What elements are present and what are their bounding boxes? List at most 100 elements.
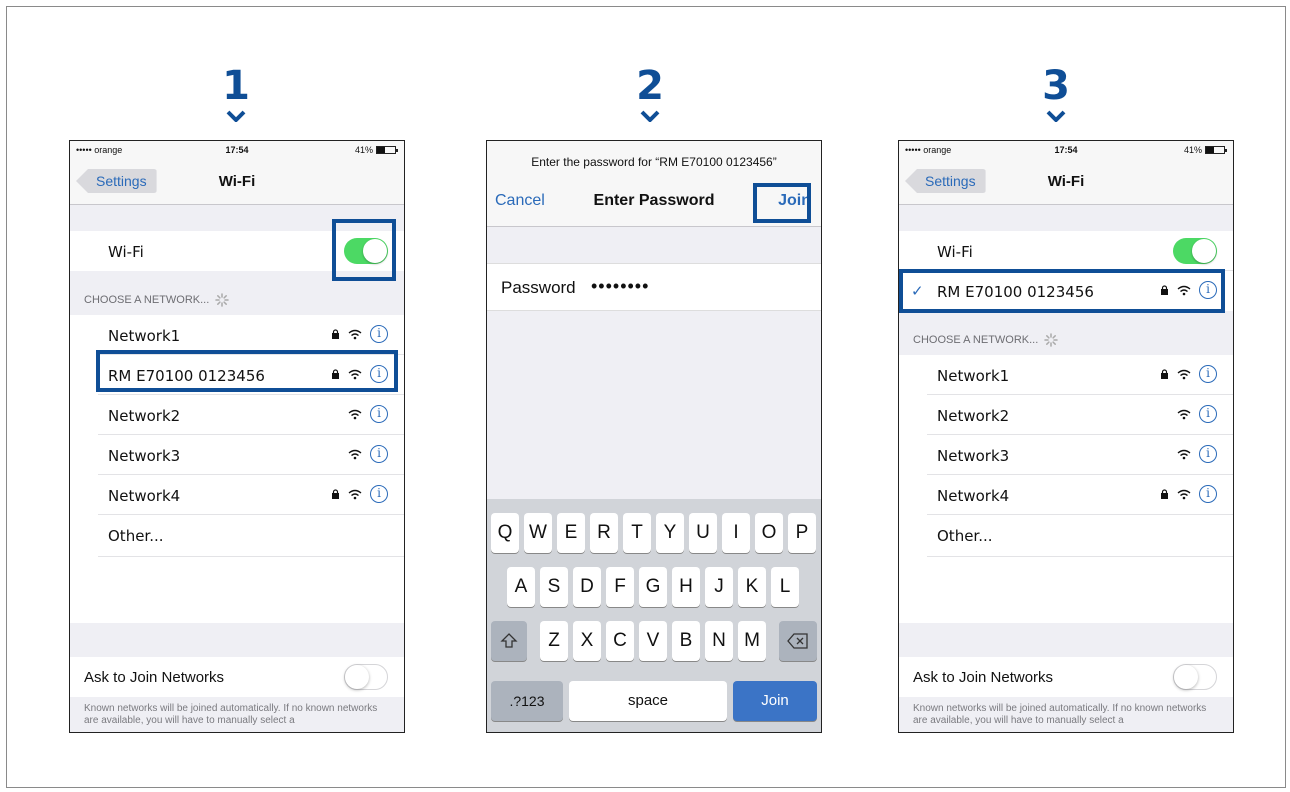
key[interactable]: R	[590, 513, 618, 553]
info-icon[interactable]: i	[370, 325, 388, 343]
keyboard-join-key[interactable]: Join	[733, 681, 817, 721]
page-title: Wi-Fi	[1047, 173, 1085, 190]
key[interactable]: B	[672, 621, 700, 661]
step-2-label: 2	[620, 66, 680, 122]
battery-indicator: 41%	[354, 145, 398, 155]
chevron-down-icon	[640, 110, 660, 122]
key[interactable]: P	[788, 513, 816, 553]
spinner-icon	[215, 293, 230, 307]
network-name: Network4	[108, 487, 181, 505]
key[interactable]: A	[507, 567, 535, 607]
info-icon[interactable]: i	[370, 405, 388, 423]
password-label: Password	[501, 278, 576, 297]
wifi-signal-icon	[1177, 489, 1191, 499]
network-name: Network2	[937, 407, 1010, 425]
key[interactable]: C	[606, 621, 634, 661]
key[interactable]: L	[771, 567, 799, 607]
network-row[interactable]: Network2 i	[70, 395, 404, 435]
key[interactable]: G	[639, 567, 667, 607]
key[interactable]: T	[623, 513, 651, 553]
info-icon[interactable]: i	[370, 445, 388, 463]
network-name: Network4	[937, 487, 1010, 505]
key[interactable]: X	[573, 621, 601, 661]
network-row[interactable]: Network2 i	[899, 395, 1233, 435]
battery-percent: 41%	[354, 145, 373, 155]
lock-icon	[1161, 489, 1168, 499]
backspace-icon	[787, 633, 808, 649]
step-1-label: 1	[206, 66, 266, 122]
info-icon[interactable]: i	[1199, 405, 1217, 423]
other-network-row[interactable]: Other...	[899, 515, 1233, 623]
key[interactable]: W	[524, 513, 552, 553]
key[interactable]: O	[755, 513, 783, 553]
network-name: Network1	[108, 327, 181, 345]
status-bar: ••••• orange 17:54 41%	[899, 141, 1233, 159]
shift-key[interactable]	[491, 621, 527, 661]
wifi-toggle[interactable]	[1173, 238, 1217, 264]
network-row[interactable]: Network3 i	[899, 435, 1233, 475]
key[interactable]: M	[738, 621, 766, 661]
key[interactable]: E	[557, 513, 585, 553]
key[interactable]: I	[722, 513, 750, 553]
info-icon[interactable]: i	[1199, 445, 1217, 463]
nav-bar: Settings Wi-Fi	[899, 159, 1233, 205]
wifi-signal-icon	[1177, 369, 1191, 379]
footer-note: Known networks will be joined automatica…	[913, 703, 1207, 726]
ask-to-join-toggle[interactable]	[1173, 664, 1217, 690]
network-name: Network1	[937, 367, 1010, 385]
ask-to-join-label: Ask to Join Networks	[913, 669, 1054, 686]
info-icon[interactable]: i	[370, 485, 388, 503]
other-network-row[interactable]: Other...	[70, 515, 404, 623]
key[interactable]: Z	[540, 621, 568, 661]
status-bar: ••••• orange 17:54 41%	[70, 141, 404, 159]
wifi-signal-icon	[1177, 409, 1191, 419]
wifi-signal-icon	[348, 329, 362, 339]
battery-icon	[376, 146, 398, 154]
password-field[interactable]: Password ••••••••	[487, 263, 821, 311]
key[interactable]: H	[672, 567, 700, 607]
ask-to-join-toggle[interactable]	[344, 664, 388, 690]
key[interactable]: N	[705, 621, 733, 661]
network-row[interactable]: Network1 i	[899, 355, 1233, 395]
highlight-box	[753, 183, 811, 223]
wifi-signal-icon	[348, 489, 362, 499]
wifi-signal-icon	[1177, 449, 1191, 459]
network-row[interactable]: Network1 i	[70, 315, 404, 355]
spinner-icon	[1044, 333, 1059, 347]
password-prompt: Enter the password for “RM E70100 012345…	[531, 155, 777, 169]
phone-screen-wifi-settings: ••••• orange 17:54 41% Settings Wi-Fi Wi…	[69, 140, 405, 733]
highlight-box	[899, 269, 1225, 313]
key[interactable]: D	[573, 567, 601, 607]
network-row[interactable]: Network4 i	[70, 475, 404, 515]
ask-to-join-label: Ask to Join Networks	[84, 669, 225, 686]
key[interactable]: U	[689, 513, 717, 553]
status-time: 17:54	[225, 145, 249, 155]
password-value: ••••••••	[591, 276, 650, 296]
key[interactable]: F	[606, 567, 634, 607]
network-row[interactable]: Network3 i	[70, 435, 404, 475]
numbers-key[interactable]: .?123	[491, 681, 563, 721]
section-header: CHOOSE A NETWORK...	[913, 333, 1059, 347]
key[interactable]: Q	[491, 513, 519, 553]
key[interactable]: J	[705, 567, 733, 607]
space-key[interactable]: space	[569, 681, 727, 721]
nav-bar: Settings Wi-Fi	[70, 159, 404, 205]
page-title: Wi-Fi	[218, 173, 256, 190]
info-icon[interactable]: i	[1199, 365, 1217, 383]
battery-indicator: 41%	[1184, 145, 1227, 155]
backspace-key[interactable]	[779, 621, 817, 661]
highlight-box	[332, 219, 396, 281]
ask-to-join-row: Ask to Join Networks	[70, 657, 404, 697]
key[interactable]: S	[540, 567, 568, 607]
chevron-down-icon	[1046, 110, 1066, 122]
key[interactable]: Y	[656, 513, 684, 553]
key[interactable]: V	[639, 621, 667, 661]
ask-to-join-row: Ask to Join Networks	[899, 657, 1233, 697]
network-row[interactable]: Network4 i	[899, 475, 1233, 515]
phone-screen-wifi-connected: ••••• orange 17:54 41% Settings Wi-Fi Wi…	[898, 140, 1234, 733]
key[interactable]: K	[738, 567, 766, 607]
battery-icon	[1205, 146, 1227, 154]
info-icon[interactable]: i	[1199, 485, 1217, 503]
keyboard: Q W E R T Y U I O P A S D F G H J K L Z …	[487, 499, 821, 732]
wifi-signal-icon	[348, 409, 362, 419]
